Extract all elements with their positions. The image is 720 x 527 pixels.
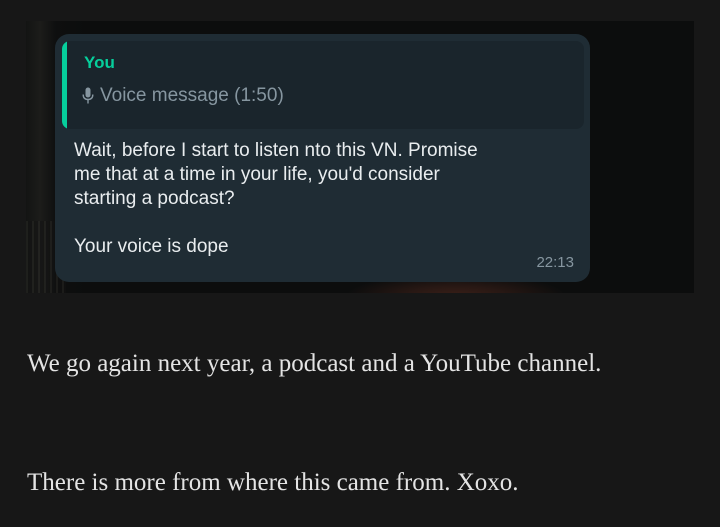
quote-sender: You <box>84 53 115 72</box>
mic-icon <box>82 87 94 104</box>
quote-text: Voice message (1:50) <box>100 85 284 106</box>
message-bubble: You Voice message (1:50) Wait, before I … <box>55 34 590 282</box>
message-line: starting a podcast? <box>74 188 235 209</box>
quote-accent-bar <box>62 41 67 129</box>
article-paragraph: We go again next year, a podcast and a Y… <box>27 350 602 377</box>
chat-screenshot-image: You Voice message (1:50) Wait, before I … <box>26 21 694 293</box>
quoted-reply: You Voice message (1:50) <box>62 41 584 129</box>
article-paragraph: There is more from where this came from.… <box>27 469 519 496</box>
message-line: Wait, before I start to listen nto this … <box>74 140 478 161</box>
message-timestamp: 22:13 <box>536 254 574 271</box>
message-text: Wait, before I start to listen nto this … <box>74 139 554 259</box>
quote-content: Voice message (1:50) <box>82 85 284 107</box>
message-line: me that at a time in your life, you'd co… <box>74 164 440 185</box>
message-line: Your voice is dope <box>74 236 229 257</box>
line-spacer <box>74 211 554 235</box>
